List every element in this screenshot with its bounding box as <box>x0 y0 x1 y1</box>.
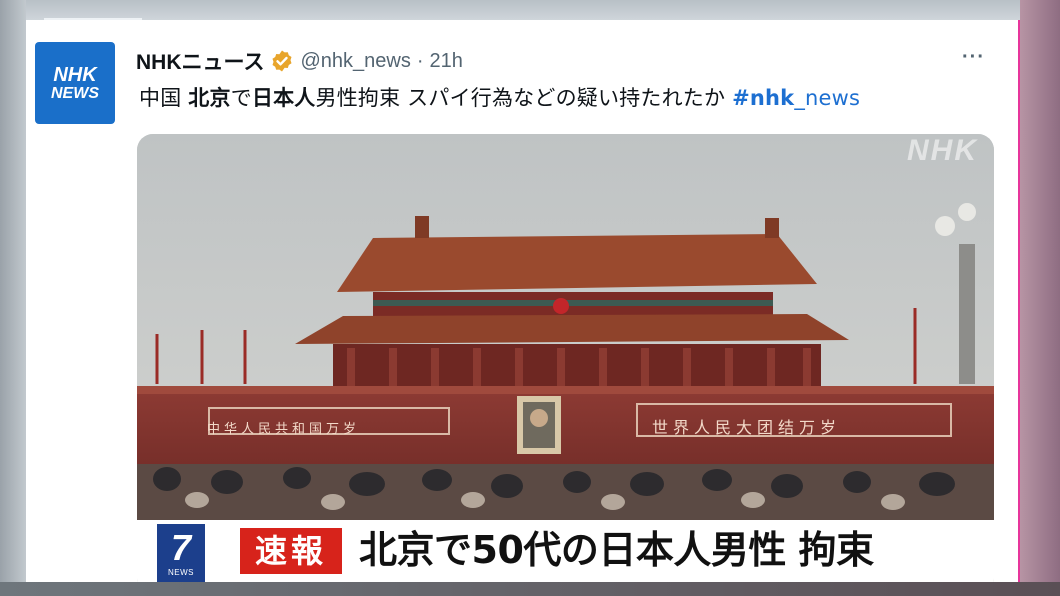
background-top-strip <box>0 0 1060 21</box>
program-logo-label: NEWS <box>168 568 194 577</box>
banner-right-text: 世界人民大团结万岁 <box>652 418 842 437</box>
author-handle[interactable]: @nhk_news <box>300 50 410 73</box>
broadcaster-watermark: NHK <box>907 134 978 167</box>
tweet-text-part: で <box>230 86 252 110</box>
tweet-text: 中国 北京で日本人男性拘束 スパイ行為などの疑い持たれたか #nhk_news <box>139 82 860 112</box>
tweet-text-part: 男性拘束 スパイ行為などの疑い持たれたか <box>315 86 733 110</box>
breaking-news-label: 速報 <box>240 528 342 574</box>
tweet-text-part: 中国 <box>139 86 189 110</box>
more-options-icon[interactable]: ··· <box>962 46 985 69</box>
tweet-header: NHKニュース @nhk_news · 21h <box>136 46 463 76</box>
selection-edge <box>1018 20 1020 582</box>
avatar-logo-line2: NEWS <box>51 84 99 102</box>
news-headline: 北京で50代の日本人男性 拘束 <box>359 528 874 572</box>
tweet-text-bold-beijing: 北京 <box>188 86 231 110</box>
background-left-edge <box>0 0 26 596</box>
avatar-logo-line1: NHK <box>53 63 97 86</box>
hashtag-rest-part: _news <box>794 86 861 110</box>
program-logo-number: 7 <box>170 527 192 568</box>
author-name[interactable]: NHKニュース <box>136 46 264 76</box>
hashtag-bold-part: #nhk <box>732 86 795 110</box>
avatar[interactable]: NHK NEWS <box>35 42 115 124</box>
background-bottom-strip <box>0 582 1060 596</box>
tweet-text-bold-japanese: 日本人 <box>251 86 316 110</box>
timestamp[interactable]: 21h <box>430 50 463 73</box>
separator-dot: · <box>416 49 424 72</box>
background-tab-indicator <box>44 0 142 21</box>
tweet-card[interactable]: NHK NEWS NHKニュース @nhk_news · 21h ··· 中国 … <box>26 20 1020 582</box>
verified-badge-icon <box>270 49 294 73</box>
tweet-media-image[interactable]: NHK 中华人民共和国万岁 世界人民大团结万岁 7 NEWS 速報 北京で50代… <box>137 134 994 582</box>
program-logo: 7 NEWS <box>157 524 205 582</box>
background-right-edge <box>1020 0 1060 596</box>
banner-left-text: 中华人民共和国万岁 <box>207 422 361 437</box>
hashtag-link[interactable]: #nhk_news <box>732 86 860 110</box>
tiananmen-illustration <box>137 134 994 582</box>
